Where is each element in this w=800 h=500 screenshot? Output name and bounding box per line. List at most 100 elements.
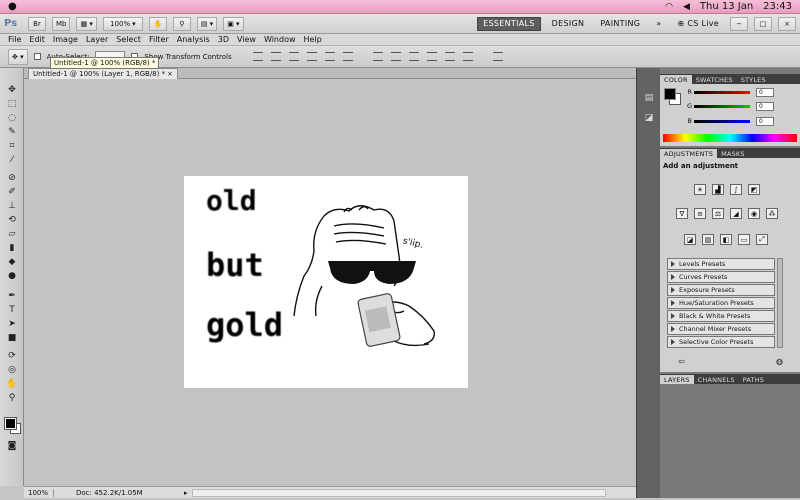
color-balance-icon[interactable]: ⚖: [712, 208, 724, 219]
hand-tool-icon[interactable]: ✋: [6, 378, 18, 389]
blue-slider[interactable]: [694, 119, 750, 123]
menu-view[interactable]: View: [233, 35, 260, 44]
history-brush-tool-icon[interactable]: ⟲: [6, 214, 18, 225]
preset-black-white[interactable]: Black & White Presets: [667, 310, 775, 322]
black-white-icon[interactable]: ◢: [730, 208, 742, 219]
shape-tool-icon[interactable]: ■: [6, 332, 18, 343]
wifi-icon[interactable]: ◠: [665, 2, 673, 12]
menu-help[interactable]: Help: [300, 35, 326, 44]
levels-icon[interactable]: ▟: [712, 184, 724, 195]
distribute-bottom-icon[interactable]: [408, 52, 419, 61]
3d-orbit-tool-icon[interactable]: ◎: [6, 364, 18, 375]
arrange-documents-button[interactable]: ▤ ▾: [196, 16, 218, 31]
presets-scrollbar[interactable]: [777, 258, 783, 348]
workspace-design[interactable]: DESIGN: [547, 17, 590, 31]
distribute-right-icon[interactable]: [462, 52, 473, 61]
type-tool-icon[interactable]: T: [6, 304, 18, 315]
preset-curves[interactable]: Curves Presets: [667, 271, 775, 283]
zoom-tool-button[interactable]: ⚲: [172, 16, 191, 31]
hand-tool-button[interactable]: ✋: [148, 16, 167, 31]
color-spectrum-bar[interactable]: [663, 134, 797, 142]
brightness-contrast-icon[interactable]: ☀: [694, 184, 706, 195]
menu-file[interactable]: File: [4, 35, 25, 44]
distribute-hcenter-icon[interactable]: [444, 52, 455, 61]
menu-filter[interactable]: Filter: [145, 35, 173, 44]
menu-window[interactable]: Window: [260, 35, 300, 44]
zoom-tool-icon[interactable]: ⚲: [6, 392, 18, 403]
align-top-icon[interactable]: [252, 52, 263, 61]
bridge-button[interactable]: Br: [28, 16, 46, 31]
horizontal-scrollbar[interactable]: [191, 488, 606, 497]
distribute-left-icon[interactable]: [426, 52, 437, 61]
tab-color[interactable]: COLOR: [660, 75, 692, 84]
minimize-button[interactable]: −: [730, 16, 748, 31]
menu-select[interactable]: Select: [112, 35, 145, 44]
stamp-tool-icon[interactable]: ⊥: [6, 200, 18, 211]
quick-mask-icon[interactable]: ◙: [6, 440, 18, 451]
history-panel-icon[interactable]: ▤: [643, 92, 655, 103]
document-canvas[interactable]: old but gold s'iip.: [184, 176, 468, 388]
hue-saturation-icon[interactable]: ≡: [694, 208, 706, 219]
lasso-tool-icon[interactable]: ◌: [6, 112, 18, 123]
cs-live-button[interactable]: ⊕ CS Live: [672, 17, 724, 31]
marquee-tool-icon[interactable]: ⬚: [6, 98, 18, 109]
workspace-more[interactable]: »: [651, 17, 666, 31]
preset-channel-mixer[interactable]: Channel Mixer Presets: [667, 323, 775, 335]
close-button[interactable]: ×: [778, 16, 796, 31]
selective-color-icon[interactable]: ⤢: [756, 234, 768, 245]
green-value[interactable]: 0: [756, 101, 774, 111]
brush-tool-icon[interactable]: ✐: [6, 186, 18, 197]
tab-channels[interactable]: CHANNELS: [694, 375, 739, 384]
vibrance-icon[interactable]: ∇: [676, 208, 688, 219]
preset-levels[interactable]: Levels Presets: [667, 258, 775, 270]
quick-select-tool-icon[interactable]: ✎: [6, 126, 18, 137]
apple-icon[interactable]: ●: [8, 1, 17, 12]
healing-brush-tool-icon[interactable]: ⊘: [6, 172, 18, 183]
exposure-icon[interactable]: ◩: [748, 184, 760, 195]
crop-tool-icon[interactable]: ⌗: [6, 140, 18, 151]
tab-paths[interactable]: PATHS: [739, 375, 768, 384]
preset-hue-saturation[interactable]: Hue/Saturation Presets: [667, 297, 775, 309]
gradient-map-icon[interactable]: ▭: [738, 234, 750, 245]
document-tab-close[interactable]: ×: [167, 70, 173, 78]
screen-mode-button[interactable]: ▣ ▾: [223, 16, 244, 31]
zoom-level-select[interactable]: 100% ▾: [102, 16, 143, 31]
distribute-top-icon[interactable]: [372, 52, 383, 61]
workspace-painting[interactable]: PAINTING: [595, 17, 645, 31]
blue-value[interactable]: 0: [756, 116, 774, 126]
red-slider[interactable]: [694, 90, 750, 94]
menu-layer[interactable]: Layer: [82, 35, 112, 44]
status-arrow-icon[interactable]: ▸: [184, 489, 188, 497]
eraser-tool-icon[interactable]: ▱: [6, 228, 18, 239]
view-extras-button[interactable]: ▦ ▾: [76, 16, 97, 31]
canvas-area[interactable]: old but gold s'iip.: [25, 80, 636, 486]
align-right-icon[interactable]: [342, 52, 353, 61]
red-value[interactable]: 0: [756, 87, 774, 97]
tab-styles[interactable]: STYLES: [737, 75, 770, 84]
tab-swatches[interactable]: SWATCHES: [692, 75, 737, 84]
clock-date[interactable]: Thu 13 Jan: [700, 1, 753, 12]
path-select-tool-icon[interactable]: ➤: [6, 318, 18, 329]
auto-select-checkbox[interactable]: [33, 53, 41, 60]
menu-edit[interactable]: Edit: [25, 35, 49, 44]
align-bottom-icon[interactable]: [288, 52, 299, 61]
clock-time[interactable]: 23:43: [763, 1, 792, 12]
menu-3d[interactable]: 3D: [214, 35, 233, 44]
3d-rotate-tool-icon[interactable]: ⟳: [6, 350, 18, 361]
threshold-icon[interactable]: ◧: [720, 234, 732, 245]
status-doc-size[interactable]: Doc: 452.2K/1.05M: [54, 489, 184, 497]
eyedropper-tool-icon[interactable]: ⁄: [6, 154, 18, 165]
curves-icon[interactable]: ∫: [730, 184, 742, 195]
align-left-icon[interactable]: [306, 52, 317, 61]
menu-image[interactable]: Image: [49, 35, 82, 44]
dodge-tool-icon[interactable]: ●: [6, 270, 18, 281]
pen-tool-icon[interactable]: ✒: [6, 290, 18, 301]
tool-preset-picker[interactable]: ✥ ▾: [8, 48, 28, 65]
tab-adjustments[interactable]: ADJUSTMENTS: [660, 149, 718, 158]
gradient-tool-icon[interactable]: ▮: [6, 242, 18, 253]
blur-tool-icon[interactable]: ◆: [6, 256, 18, 267]
invert-icon[interactable]: ◪: [684, 234, 696, 245]
preset-selective-color[interactable]: Selective Color Presets: [667, 336, 775, 348]
menu-analysis[interactable]: Analysis: [173, 35, 214, 44]
return-to-list-icon[interactable]: ⇦: [678, 357, 685, 366]
